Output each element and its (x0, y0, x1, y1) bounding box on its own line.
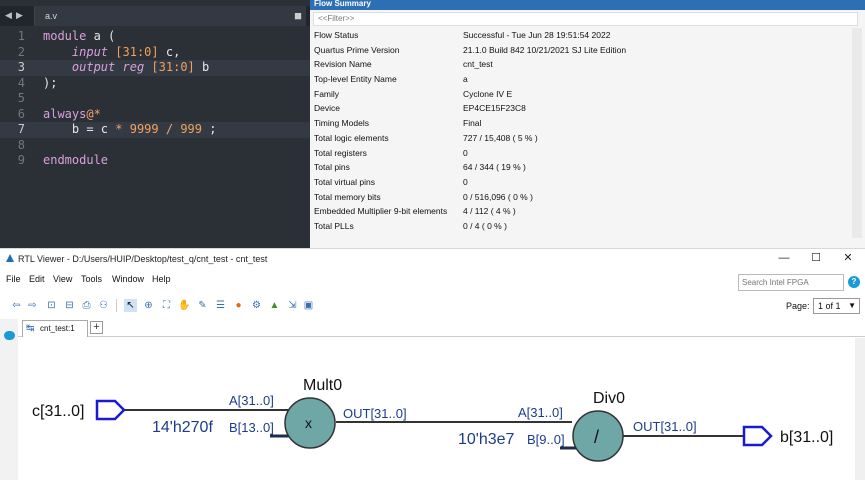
div0-name: Div0 (593, 390, 625, 407)
mult0-port-b: B[13..0] (229, 420, 274, 435)
div0-port-out: OUT[31..0] (633, 419, 697, 434)
output-pin-b[interactable] (742, 425, 773, 447)
mult0-port-out: OUT[31..0] (343, 406, 407, 421)
input-pin-c[interactable] (95, 399, 126, 421)
mult0-symbol: x (305, 415, 312, 431)
div0-port-b: B[9..0] (527, 432, 565, 447)
div0-symbol: / (594, 427, 599, 447)
output-pin-label: b[31..0] (780, 429, 833, 446)
mult0-name: Mult0 (303, 377, 342, 394)
input-pin-label: c[31..0] (32, 403, 84, 420)
mult0-port-a: A[31..0] (229, 393, 274, 408)
div0-port-a: A[31..0] (518, 405, 563, 420)
screen: ◀ ▶ a.v ■ 1 module a ( 2 input [31:0] c, … (0, 0, 865, 480)
div0-constant: 10'h3e7 (458, 431, 515, 448)
rtl-schematic[interactable]: c[31..0] b[31..0] Mult0 x A[31..0] B[13.… (0, 0, 865, 480)
mult0-constant: 14'h270f (152, 419, 213, 436)
